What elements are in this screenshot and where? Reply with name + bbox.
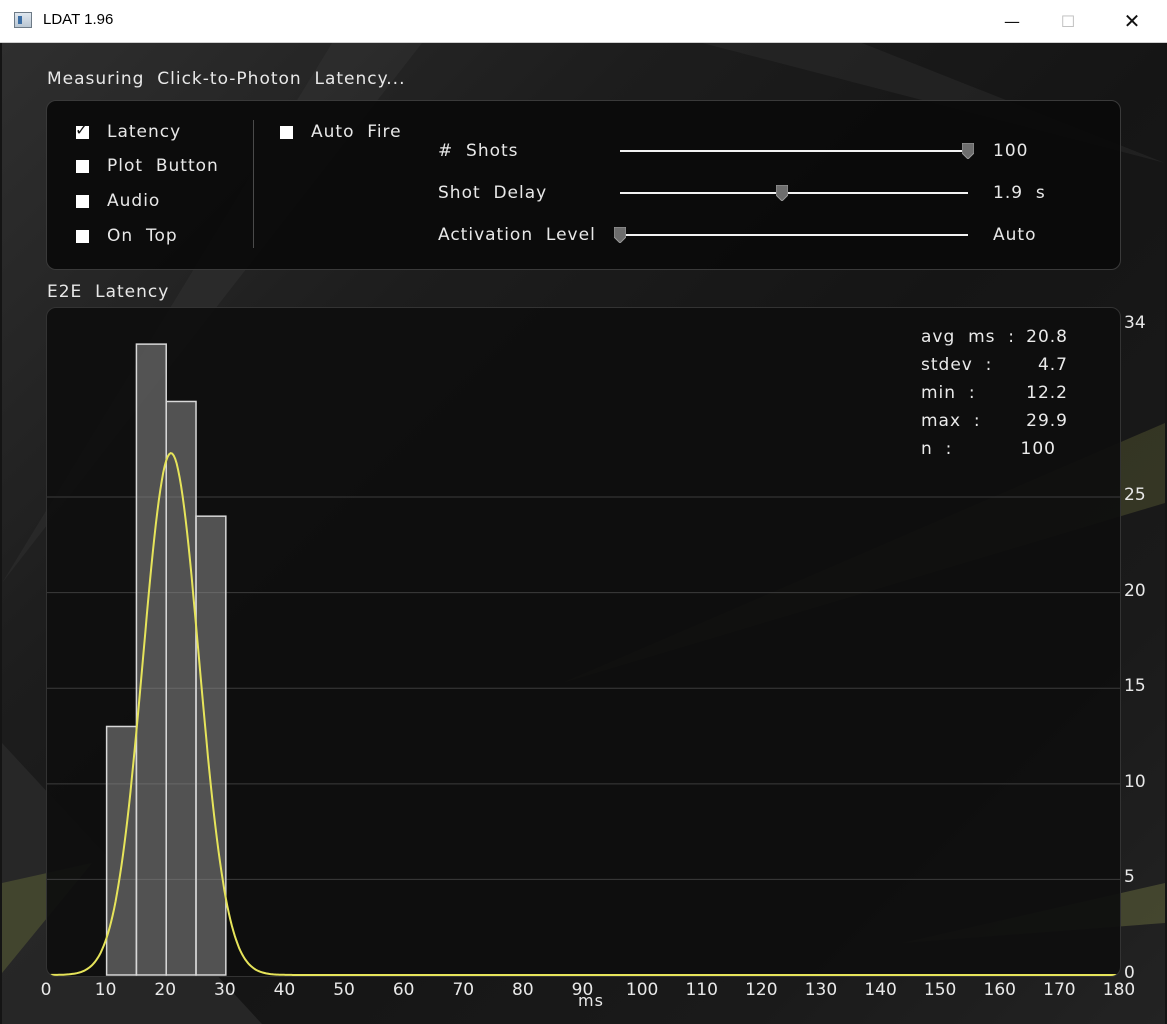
shots-label: # Shots [438, 141, 519, 161]
y-tick-label: 5 [1124, 867, 1135, 888]
x-tick-label: 50 [333, 980, 355, 1000]
shot-delay-label: Shot Delay [438, 183, 548, 203]
stat-avg-value: 20.8 [1026, 327, 1068, 347]
checkmark-icon: ✓ [75, 119, 89, 139]
x-tick-label: 170 [1043, 980, 1076, 1000]
histogram-chart [47, 343, 1120, 976]
checkbox-box [76, 229, 89, 243]
maximize-button[interactable]: ☐ [1040, 0, 1096, 42]
panel-divider [253, 120, 254, 248]
histogram-bar [135, 343, 167, 976]
plot-title: E2E Latency [47, 282, 170, 302]
activation-level-slider-thumb[interactable] [614, 227, 626, 243]
stat-n-value: 100 [1020, 439, 1056, 459]
stat-max-value: 29.9 [1026, 411, 1068, 431]
checkbox-box [280, 125, 293, 139]
client-area: Measuring Click-to-Photon Latency... ✓ L… [2, 43, 1165, 1024]
shots-slider[interactable] [620, 150, 968, 152]
shots-slider-thumb[interactable] [962, 143, 974, 159]
minimize-icon: — [1004, 11, 1020, 31]
shot-delay-slider-thumb[interactable] [775, 185, 788, 201]
x-tick-label: 100 [625, 980, 659, 1000]
auto-fire-checkbox[interactable]: Auto Fire [280, 122, 402, 142]
activation-level-value: Auto [993, 225, 1037, 245]
activation-level-slider[interactable] [620, 234, 968, 236]
activation-level-label: Activation Level [438, 225, 596, 245]
x-tick-label: 180 [1102, 980, 1136, 1000]
latency-checkbox[interactable]: ✓ Latency [75, 120, 182, 143]
checkbox-box: ✓ [75, 120, 89, 139]
minimize-button[interactable]: — [984, 0, 1040, 42]
y-tick-label: 25 [1124, 485, 1146, 506]
stat-n-label: n : [921, 439, 953, 459]
shots-value: 100 [993, 141, 1029, 161]
x-tick-label: 20 [154, 980, 177, 1000]
x-tick-label: 160 [983, 980, 1016, 1000]
x-axis-label: ms [578, 991, 604, 1010]
plot-area [46, 307, 1121, 977]
audio-checkbox[interactable]: Audio [76, 191, 160, 211]
stat-min-label: min : [921, 383, 976, 403]
title-bar: LDAT 1.96 — ☐ ✕ [0, 0, 1167, 43]
x-tick-label: 40 [273, 980, 296, 1000]
stat-min-value: 12.2 [1026, 383, 1068, 403]
stat-stdev-value: 4.7 [1037, 355, 1068, 375]
checkbox-box [76, 159, 89, 173]
app-icon [14, 12, 32, 28]
plot-button-checkbox[interactable]: Plot Button [76, 156, 219, 176]
x-tick-label: 30 [214, 980, 236, 1000]
auto-fire-label: Auto Fire [311, 122, 402, 142]
window-title: LDAT 1.96 [43, 11, 114, 28]
y-tick-label: 34 [1124, 313, 1146, 333]
y-tick-label: 0 [1124, 963, 1135, 983]
y-tick-label: 15 [1124, 676, 1146, 697]
y-tick-label: 20 [1124, 580, 1146, 601]
latency-label: Latency [107, 122, 182, 142]
audio-label: Audio [107, 191, 161, 211]
y-tick-label: 10 [1124, 771, 1146, 792]
status-text: Measuring Click-to-Photon Latency... [47, 69, 406, 89]
plot-button-label: Plot Button [107, 156, 219, 176]
on-top-label: On Top [107, 226, 178, 246]
x-tick-label: 70 [452, 980, 475, 1000]
close-icon: ✕ [1123, 9, 1141, 33]
shot-delay-slider[interactable] [620, 192, 968, 194]
x-tick-label: 10 [94, 980, 117, 1000]
x-tick-label: 60 [392, 980, 415, 1000]
x-tick-label: 110 [685, 980, 718, 1000]
checkbox-box [76, 194, 89, 208]
histogram-bar [195, 515, 227, 976]
x-tick-label: 80 [512, 980, 534, 1000]
maximize-icon: ☐ [1060, 11, 1076, 31]
histogram-bar [105, 725, 138, 976]
stat-stdev-label: stdev : [921, 355, 993, 375]
x-tick-label: 130 [804, 980, 838, 1000]
close-button[interactable]: ✕ [1104, 0, 1160, 42]
on-top-checkbox[interactable]: On Top [76, 226, 178, 246]
x-tick-label: 150 [923, 980, 957, 1000]
x-tick-label: 140 [864, 980, 897, 1000]
x-tick-label: 120 [745, 980, 778, 1000]
shot-delay-value: 1.9 s [993, 183, 1046, 203]
x-tick-label: 0 [40, 980, 52, 1000]
stat-max-label: max : [921, 411, 981, 431]
